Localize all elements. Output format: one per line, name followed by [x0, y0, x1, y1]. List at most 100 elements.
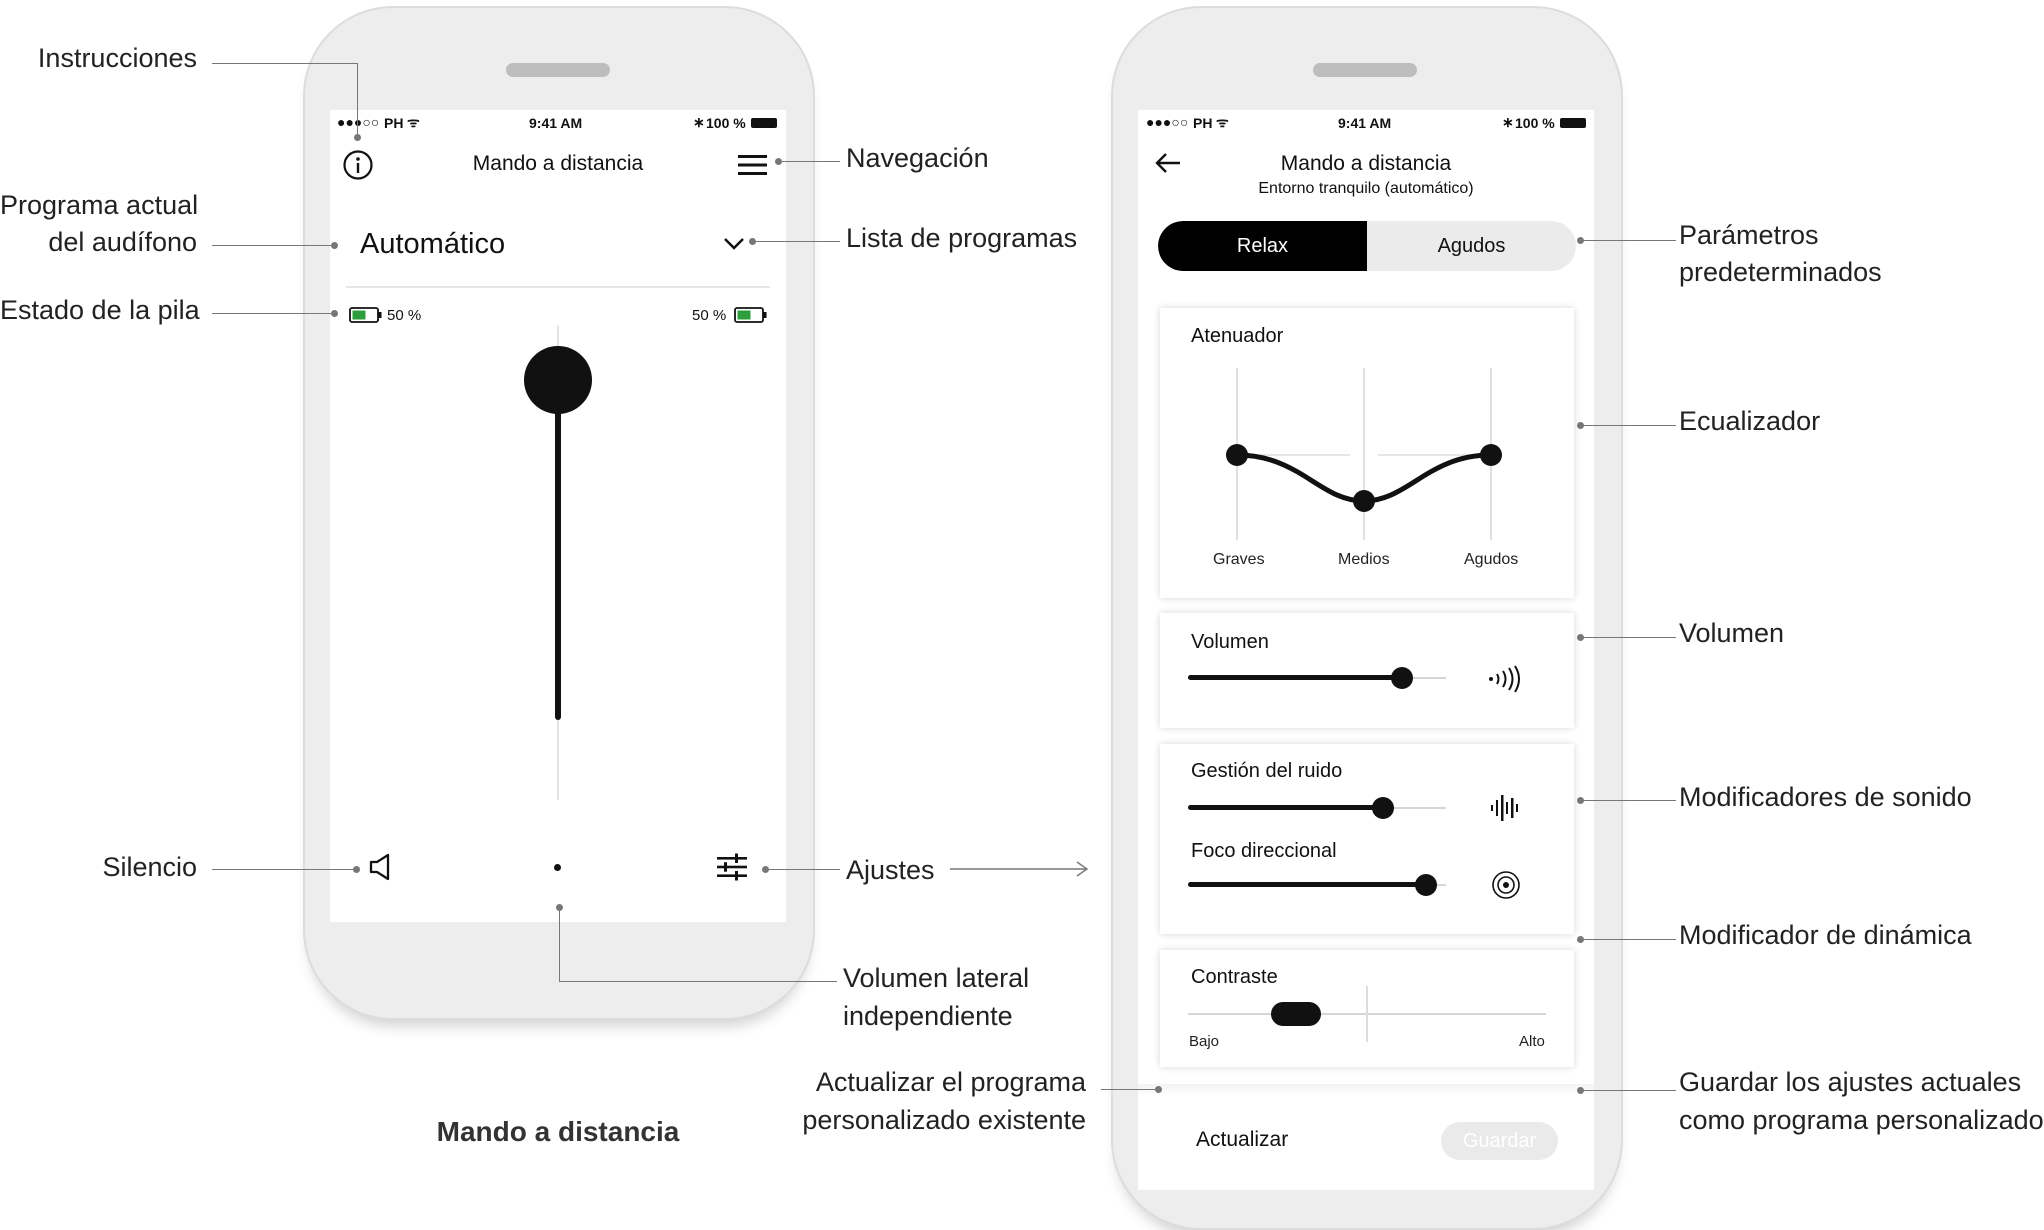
focus-knob[interactable]: [1415, 874, 1437, 896]
battery-right-label: 50 %: [692, 307, 727, 324]
leader-line: [1582, 800, 1676, 801]
phone-speaker: [506, 63, 610, 77]
focus-slider[interactable]: [1188, 871, 1446, 899]
eq-label-graves: Graves: [1213, 551, 1265, 568]
noise-slider[interactable]: [1188, 794, 1446, 822]
contrast-knob[interactable]: [1271, 1002, 1321, 1026]
contrast-high-label: Alto: [1519, 1033, 1545, 1050]
chevron-down-icon: [724, 238, 744, 250]
eq-label-medios: Medios: [1338, 551, 1390, 568]
segment-agudos[interactable]: Agudos: [1367, 221, 1576, 271]
eq-point-medios: [1353, 490, 1375, 512]
program-dropdown[interactable]: Automático: [346, 220, 770, 288]
action-bar-divider: [1138, 1084, 1594, 1096]
annotation-navegacion: Navegación: [846, 143, 989, 173]
focus-fill: [1188, 882, 1426, 887]
annotation-dinamica: Modificador de dinámica: [1679, 920, 1972, 950]
annotation-instrucciones: Instrucciones: [37, 43, 197, 73]
leader-line: [754, 241, 840, 242]
signal-icon: ●●●○○: [1146, 114, 1189, 130]
settings-sliders-icon[interactable]: [716, 852, 748, 882]
leader-line: [357, 63, 358, 137]
annotation-actualizar-line2: personalizado existente: [802, 1105, 1086, 1135]
leader-line: [767, 869, 840, 870]
eq-label-agudos: Agudos: [1464, 551, 1519, 568]
side-volume-dot[interactable]: [554, 864, 561, 871]
leader-line: [559, 908, 560, 981]
leader-line: [1582, 425, 1676, 426]
speaker-mute-icon[interactable]: [368, 852, 394, 882]
save-button[interactable]: Guardar: [1441, 1122, 1558, 1160]
volume-slider[interactable]: [1188, 664, 1446, 692]
bluetooth-icon: ∗: [1502, 114, 1514, 130]
status-battery-text: 100 %: [706, 115, 746, 131]
signal-icon: ●●●○○: [337, 114, 380, 130]
program-name: Automático: [360, 228, 506, 260]
leader-dot: [353, 866, 360, 873]
directional-focus-icon: [1492, 871, 1520, 899]
contrast-card: Contraste Bajo Alto: [1160, 950, 1574, 1067]
leader-line: [212, 869, 354, 870]
carrier-label: PH: [384, 115, 404, 131]
noise-waveform-icon: [1491, 795, 1518, 821]
annotation-modificadores: Modificadores de sonido: [1679, 782, 1972, 812]
status-time: 9:41 AM: [529, 115, 583, 131]
leader-dot: [331, 242, 338, 249]
bluetooth-icon: ∗: [693, 114, 705, 130]
carrier-label: PH: [1193, 115, 1213, 131]
leader-line: [1582, 939, 1676, 940]
leader-line: [559, 981, 837, 982]
sound-waves-icon: [1489, 665, 1520, 693]
annotation-ecualizador: Ecualizador: [1679, 406, 1821, 436]
annotation-ajustes: Ajustes: [846, 855, 935, 885]
leader-line: [212, 245, 332, 246]
info-icon[interactable]: [342, 149, 374, 181]
annotation-lista-programas: Lista de programas: [846, 223, 1078, 253]
wifi-icon: ᯤ: [1216, 114, 1229, 130]
leader-line: [212, 63, 357, 64]
volume-knob[interactable]: [1391, 667, 1413, 689]
status-battery-icon: [1560, 118, 1586, 128]
annotation-programa-line2: del audífono: [48, 227, 197, 257]
leader-line: [780, 161, 840, 162]
annotation-guardar-line2: como programa personalizado: [1679, 1105, 2044, 1135]
focus-title: Foco direccional: [1191, 840, 1337, 862]
sound-modifiers-card: Gestión del ruido Foco direccional: [1160, 744, 1574, 934]
annotation-guardar-line1: Guardar los ajustes actuales: [1679, 1067, 2022, 1097]
page-title: Mando a distancia: [1280, 152, 1452, 175]
battery-left-icon: [349, 307, 382, 323]
annotation-parametros-line1: Parámetros: [1679, 220, 1819, 250]
figure-caption: Mando a distancia: [436, 1116, 680, 1147]
status-battery-text: 100 %: [1515, 115, 1555, 131]
back-arrow-icon[interactable]: [1154, 152, 1182, 174]
contrast-slider[interactable]: [1188, 986, 1546, 1042]
update-button[interactable]: Actualizar: [1196, 1128, 1288, 1152]
page-title: Mando a distancia: [472, 152, 644, 175]
leader-line: [212, 313, 332, 314]
leader-line: [1582, 637, 1676, 638]
noise-knob[interactable]: [1372, 797, 1394, 819]
annotation-actualizar-line1: Actualizar el programa: [815, 1067, 1086, 1097]
leader-dot: [331, 310, 338, 317]
segment-relax[interactable]: Relax: [1158, 221, 1367, 271]
annotation-volumen: Volumen: [1679, 618, 1785, 648]
eq-point-graves: [1226, 444, 1248, 466]
annotation-parametros-line2: predeterminados: [1679, 257, 1882, 287]
contrast-center-mark: [1366, 986, 1368, 1042]
volume-knob[interactable]: [524, 346, 592, 414]
volume-card: Volumen: [1160, 613, 1574, 728]
page-subtitle: Entorno tranquilo (automático): [1258, 180, 1474, 197]
noise-fill: [1188, 805, 1383, 810]
contrast-low-label: Bajo: [1189, 1033, 1220, 1050]
leader-line: [1582, 240, 1676, 241]
leader-dot: [1155, 1086, 1162, 1093]
status-battery-icon: [751, 118, 777, 128]
annotation-volumen-lateral-line1: Volumen lateral: [843, 963, 1030, 993]
arrow-right-icon: [950, 861, 1089, 877]
leader-line: [1582, 1090, 1676, 1091]
annotation-volumen-lateral-line2: independiente: [843, 1001, 1013, 1031]
annotation-programa-line1: Programa actual: [0, 190, 199, 220]
leader-dot: [354, 134, 361, 141]
hamburger-menu-icon[interactable]: [737, 152, 769, 178]
volume-slider[interactable]: [524, 325, 592, 800]
